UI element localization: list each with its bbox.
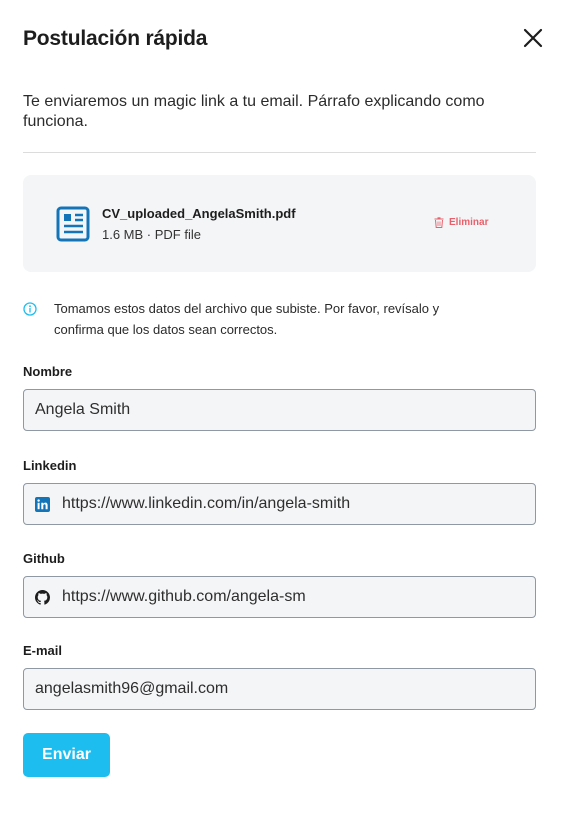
remove-file-button[interactable]: Eliminar xyxy=(434,217,488,228)
document-icon xyxy=(56,206,90,242)
divider xyxy=(23,152,536,153)
email-field[interactable] xyxy=(23,668,536,710)
github-field[interactable] xyxy=(23,576,536,618)
file-meta: 1.6 MB · PDF file xyxy=(102,227,201,242)
name-field[interactable] xyxy=(23,389,536,431)
submit-button[interactable]: Enviar xyxy=(23,733,110,777)
github-label: Github xyxy=(23,551,65,566)
linkedin-field[interactable] xyxy=(23,483,536,525)
name-input[interactable] xyxy=(35,401,535,419)
file-name: CV_uploaded_AngelaSmith.pdf xyxy=(102,206,296,221)
close-icon[interactable] xyxy=(520,25,546,51)
linkedin-icon xyxy=(35,496,50,512)
email-label: E-mail xyxy=(23,643,63,658)
email-input[interactable] xyxy=(35,680,535,698)
linkedin-input[interactable] xyxy=(62,495,535,513)
uploaded-file-card: CV_uploaded_AngelaSmith.pdf 1.6 MB · PDF… xyxy=(23,175,536,272)
dialog-title: Postulación rápida xyxy=(23,27,208,50)
remove-file-label: Eliminar xyxy=(449,217,489,228)
info-icon xyxy=(23,302,37,316)
github-icon xyxy=(35,589,50,605)
info-text: Tomamos estos datos del archivo que subi… xyxy=(54,301,440,337)
name-label: Nombre xyxy=(23,364,73,379)
github-input[interactable] xyxy=(62,588,535,606)
intro-text: Te enviaremos un magic link a tu email. … xyxy=(23,93,485,130)
trash-icon xyxy=(434,217,444,228)
linkedin-label: Linkedin xyxy=(23,458,77,473)
dialog-header: Postulación rápida xyxy=(23,27,543,53)
